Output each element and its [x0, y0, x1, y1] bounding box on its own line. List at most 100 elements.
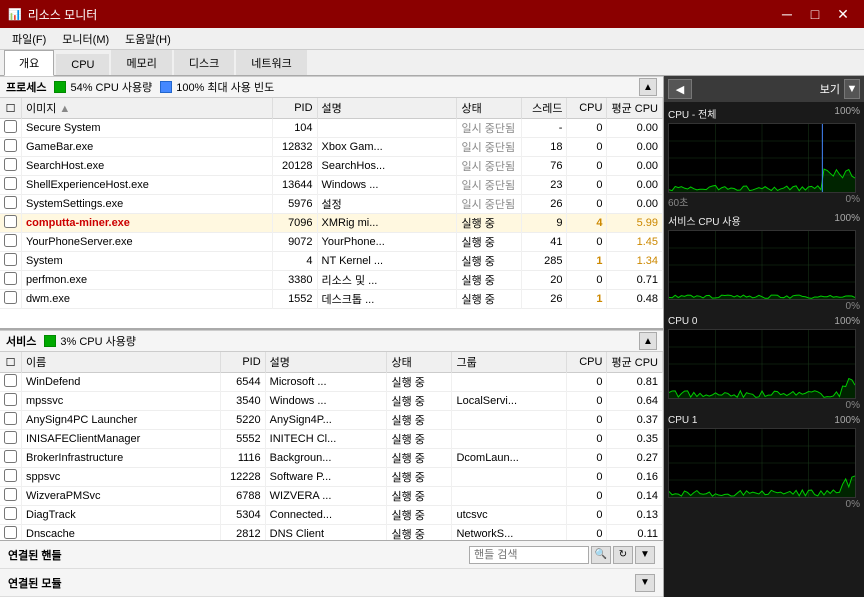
svc-col-cpu[interactable]: CPU: [567, 352, 607, 373]
table-row[interactable]: DiagTrack 5304 Connected... 실행 중 utcsvc …: [0, 506, 663, 525]
row-checkbox[interactable]: [4, 412, 17, 425]
row-checkbox[interactable]: [4, 158, 17, 171]
row-threads: 41: [522, 233, 567, 252]
menu-help[interactable]: 도움말(H): [117, 29, 179, 49]
service-green-box: [44, 335, 56, 347]
svc-col-checkbox[interactable]: ☐: [0, 352, 22, 373]
row-group: LocalServi...: [452, 392, 567, 411]
table-row[interactable]: SearchHost.exe 20128 SearchHos... 일시 중단됨…: [0, 157, 663, 176]
row-checkbox[interactable]: [4, 488, 17, 501]
cpu-indicator: 54% CPU 사용량: [54, 79, 152, 95]
svc-col-desc[interactable]: 설명: [265, 352, 387, 373]
row-checkbox[interactable]: [4, 196, 17, 209]
row-state: 실행 중: [457, 252, 522, 271]
handle-search-btn[interactable]: 🔍: [591, 546, 611, 564]
row-avgcpu: 0.37: [607, 411, 663, 430]
row-name: dwm.exe: [22, 290, 273, 309]
row-checkbox[interactable]: [4, 139, 17, 152]
graph-footer: 0%: [668, 400, 860, 411]
table-row[interactable]: YourPhoneServer.exe 9072 YourPhone... 실행…: [0, 233, 663, 252]
row-state: 실행 중: [387, 506, 452, 525]
row-state: 실행 중: [387, 449, 452, 468]
row-checkbox[interactable]: [4, 272, 17, 285]
row-state: 실행 중: [387, 373, 452, 392]
graph-footer: 60초 0%: [668, 194, 860, 209]
table-row[interactable]: GameBar.exe 12832 Xbox Gam... 일시 중단됨 18 …: [0, 138, 663, 157]
row-checkbox[interactable]: [4, 393, 17, 406]
service-expand-btn[interactable]: ▲: [639, 332, 657, 350]
row-checkbox[interactable]: [4, 291, 17, 304]
minimize-button[interactable]: ─: [774, 4, 800, 24]
row-checkbox[interactable]: [4, 507, 17, 520]
row-pid: 7096: [272, 214, 317, 233]
menu-monitor[interactable]: 모니터(M): [54, 29, 117, 49]
graph-time-label: 60초: [668, 194, 688, 209]
row-checkbox[interactable]: [4, 431, 17, 444]
maximize-button[interactable]: □: [802, 4, 828, 24]
table-row[interactable]: dwm.exe 1552 데스크톱 ... 실행 중 26 1 0.48: [0, 290, 663, 309]
table-row[interactable]: AnySign4PC Launcher 5220 AnySign4P... 실행…: [0, 411, 663, 430]
tab-overview[interactable]: 개요: [4, 50, 54, 76]
modules-expand-btn[interactable]: ▼: [635, 574, 655, 592]
col-pid[interactable]: PID: [272, 98, 317, 119]
service-table-container[interactable]: ☐ 이름 PID 설명 상태 그룹 CPU 평균 CPU WinDefend: [0, 352, 663, 540]
col-image[interactable]: 이미지 ▲: [22, 98, 273, 119]
col-state[interactable]: 상태: [457, 98, 522, 119]
row-checkbox[interactable]: [4, 469, 17, 482]
row-checkbox[interactable]: [4, 374, 17, 387]
col-threads[interactable]: 스레드: [522, 98, 567, 119]
graph-footer: 0%: [668, 301, 860, 312]
row-cpu: 0: [567, 195, 607, 214]
table-row[interactable]: System 4 NT Kernel ... 실행 중 285 1 1.34: [0, 252, 663, 271]
table-row[interactable]: sppsvc 12228 Software P... 실행 중 0 0.16: [0, 468, 663, 487]
row-checkbox[interactable]: [4, 526, 17, 539]
cpu-graph-item: CPU 0 100%: [668, 316, 860, 411]
row-checkbox[interactable]: [4, 234, 17, 247]
col-desc[interactable]: 설명: [317, 98, 457, 119]
table-row[interactable]: WinDefend 6544 Microsoft ... 실행 중 0 0.81: [0, 373, 663, 392]
row-checkbox[interactable]: [4, 215, 17, 228]
tab-cpu[interactable]: CPU: [56, 54, 109, 75]
row-avgcpu: 5.99: [607, 214, 663, 233]
view-dropdown-btn[interactable]: ▼: [844, 79, 860, 99]
row-checkbox[interactable]: [4, 177, 17, 190]
table-row[interactable]: ShellExperienceHost.exe 13644 Windows ..…: [0, 176, 663, 195]
row-pid: 5976: [272, 195, 317, 214]
table-row[interactable]: SystemSettings.exe 5976 설정 일시 중단됨 26 0 0…: [0, 195, 663, 214]
row-checkbox[interactable]: [4, 450, 17, 463]
close-button[interactable]: ✕: [830, 4, 856, 24]
col-cpu[interactable]: CPU: [567, 98, 607, 119]
table-row[interactable]: perfmon.exe 3380 리소스 및 ... 실행 중 20 0 0.7…: [0, 271, 663, 290]
handle-search-input[interactable]: [469, 546, 589, 564]
col-checkbox[interactable]: ☐: [0, 98, 22, 119]
svc-col-pid[interactable]: PID: [220, 352, 265, 373]
svc-col-avgcpu[interactable]: 평균 CPU: [607, 352, 663, 373]
handles-expand-btn[interactable]: ▼: [635, 546, 655, 564]
table-row[interactable]: Dnscache 2812 DNS Client 실행 중 NetworkS..…: [0, 525, 663, 541]
right-expand-btn[interactable]: ◀: [668, 79, 692, 99]
tab-memory[interactable]: 메모리: [111, 50, 171, 75]
table-row[interactable]: WizveraPMSvc 6788 WIZVERA ... 실행 중 0 0.1…: [0, 487, 663, 506]
blue-box-icon: [160, 81, 172, 93]
svc-col-group[interactable]: 그룹: [452, 352, 567, 373]
table-row[interactable]: mpssvc 3540 Windows ... 실행 중 LocalServi.…: [0, 392, 663, 411]
tab-network[interactable]: 네트워크: [236, 50, 306, 75]
row-checkbox[interactable]: [4, 120, 17, 133]
table-row[interactable]: Secure System 104 일시 중단됨 - 0 0.00: [0, 119, 663, 138]
row-checkbox[interactable]: [4, 253, 17, 266]
process-expand-btn[interactable]: ▲: [639, 78, 657, 96]
process-table-container[interactable]: ☐ 이미지 ▲ PID 설명 상태 스레드 CPU 평균 CPU Secure …: [0, 98, 663, 328]
table-row[interactable]: INISAFEClientManager 5552 INITECH Cl... …: [0, 430, 663, 449]
handle-refresh-btn[interactable]: ↻: [613, 546, 633, 564]
menu-file[interactable]: 파일(F): [4, 29, 54, 49]
col-avgcpu[interactable]: 평균 CPU: [607, 98, 663, 119]
table-row[interactable]: computta-miner.exe 7096 XMRig mi... 실행 중…: [0, 214, 663, 233]
svc-col-name[interactable]: 이름: [22, 352, 221, 373]
graph-footer: 0%: [668, 499, 860, 510]
main-container: 프로세스 54% CPU 사용량 100% 최대 사용 빈도 ▲ ☐ 이미지: [0, 76, 864, 597]
row-desc: Software P...: [265, 468, 387, 487]
graph-canvas: [668, 329, 856, 399]
svc-col-state[interactable]: 상태: [387, 352, 452, 373]
table-row[interactable]: BrokerInfrastructure 1116 Backgroun... 실…: [0, 449, 663, 468]
tab-disk[interactable]: 디스크: [174, 50, 234, 75]
